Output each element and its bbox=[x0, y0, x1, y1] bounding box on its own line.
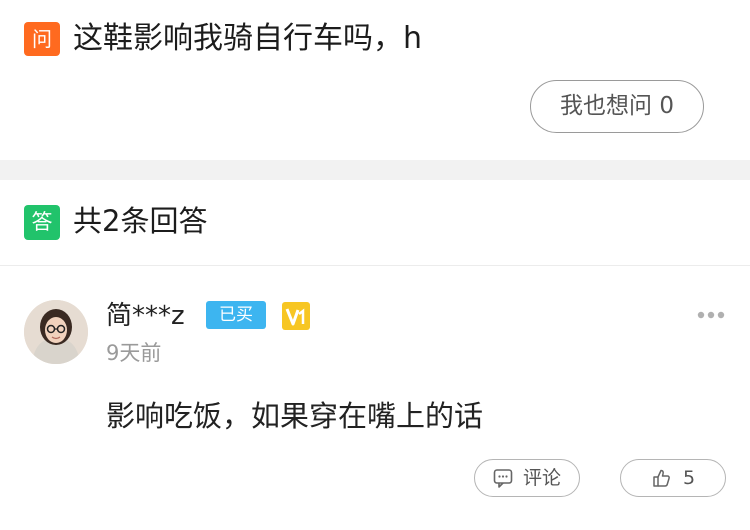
question-text: 这鞋影响我骑自行车吗，h bbox=[73, 21, 423, 56]
answers-count-title: 共2条回答 bbox=[73, 204, 208, 238]
answer-item: 简***z 已买 9天前 影响吃饭，如果穿在嘴上的话 评论 5 bbox=[0, 266, 750, 530]
answer-time: 9天前 bbox=[106, 341, 162, 365]
answer-badge: 答 bbox=[24, 205, 60, 240]
answers-header: 答 共2条回答 bbox=[0, 180, 750, 266]
question-section: 问 这鞋影响我骑自行车吗，h 我也想问 0 bbox=[0, 0, 750, 160]
section-divider bbox=[0, 160, 750, 180]
comment-label: 评论 bbox=[523, 467, 562, 489]
like-button[interactable]: 5 bbox=[620, 459, 726, 497]
user-name[interactable]: 简***z bbox=[106, 300, 185, 332]
avatar[interactable] bbox=[24, 300, 88, 364]
comment-icon bbox=[493, 469, 513, 488]
like-count: 5 bbox=[683, 467, 696, 489]
bought-badge: 已买 bbox=[206, 301, 266, 329]
avatar-image bbox=[24, 300, 88, 364]
thumb-up-icon bbox=[653, 469, 670, 487]
comment-button[interactable]: 评论 bbox=[474, 459, 580, 497]
ask-too-button[interactable]: 我也想问 0 bbox=[530, 80, 704, 133]
more-dots-icon[interactable] bbox=[696, 310, 726, 320]
answer-text: 影响吃饭，如果穿在嘴上的话 bbox=[106, 399, 484, 433]
question-badge: 问 bbox=[24, 22, 60, 56]
v1-level-icon bbox=[282, 302, 310, 330]
